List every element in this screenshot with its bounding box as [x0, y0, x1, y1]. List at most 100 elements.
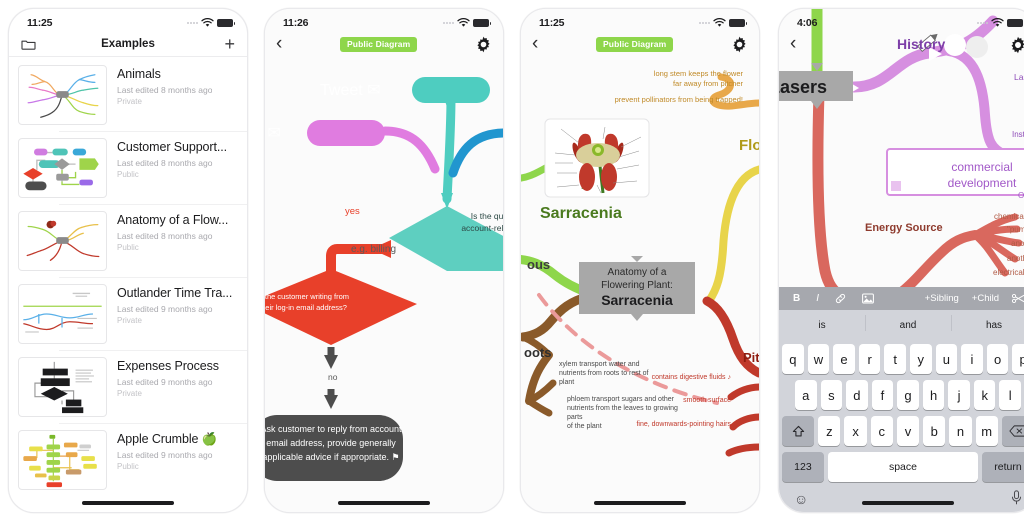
branch-label-roots[interactable]: oots [524, 345, 551, 360]
note-prevent-pollinators[interactable]: prevent pollinators from being trapped! [601, 95, 743, 104]
note-far-away[interactable]: far away from pitcher [633, 79, 743, 88]
list-item[interactable]: Outlander Time Tra... Last edited 9 mont… [9, 277, 247, 350]
suggestion-1[interactable]: and [865, 314, 951, 331]
note-digestive-fluids[interactable]: contains digestive fluids ♪ [623, 374, 731, 381]
key-y[interactable]: y [910, 344, 932, 374]
backspace-icon[interactable] [1001, 416, 1024, 446]
key-s[interactable]: s [820, 380, 843, 410]
node-label-query[interactable]: Is the query account-related? [455, 210, 503, 234]
space-key[interactable]: space [827, 452, 979, 482]
note-smooth-surface[interactable]: smooth surface [623, 397, 731, 404]
node-label-pump[interactable]: "pum [1007, 225, 1024, 234]
key-i[interactable]: i [961, 344, 983, 374]
key-e[interactable]: e [833, 344, 855, 374]
node-label-energy-source[interactable]: Energy Source [865, 222, 943, 234]
key-w[interactable]: w [807, 344, 830, 374]
key-p[interactable]: p [1012, 344, 1024, 374]
note-phloem-3[interactable]: parts [567, 414, 583, 421]
link-icon[interactable] [835, 293, 846, 304]
add-sibling-button[interactable]: +Sibling [925, 293, 959, 304]
status-badge[interactable]: Public Diagram [340, 36, 418, 52]
key-m[interactable]: m [975, 416, 998, 446]
status-badge[interactable]: Public Diagram [596, 36, 674, 52]
back-button[interactable]: ‹ [276, 34, 282, 53]
key-a[interactable]: a [794, 380, 817, 410]
note-xylem-1[interactable]: xylem transport water and [559, 361, 640, 368]
key-c[interactable]: c [870, 416, 893, 446]
diagram-list[interactable]: Animals Last edited 8 months ago Private [9, 58, 247, 512]
node-label-ope[interactable]: Ope [1018, 191, 1024, 200]
key-b[interactable]: b [923, 416, 946, 446]
add-diagram-button[interactable]: + [224, 35, 235, 53]
microphone-icon[interactable] [1011, 490, 1022, 508]
list-item[interactable]: Animals Last edited 8 months ago Private [9, 58, 247, 131]
note-downward-hairs[interactable]: fine, downwards-pointing hairs [589, 421, 731, 428]
node-label-laser[interactable]: Lase [1014, 72, 1024, 82]
note-long-stem[interactable]: long stem keeps the flower [633, 69, 743, 78]
numeric-key[interactable]: 123 [782, 452, 824, 482]
key-h[interactable]: h [922, 380, 945, 410]
note-xylem-3[interactable]: plant [559, 379, 574, 386]
gear-icon[interactable] [475, 36, 492, 53]
scissors-icon[interactable] [1012, 293, 1024, 304]
key-z[interactable]: z [818, 416, 841, 446]
suggestion-0[interactable]: is [779, 320, 865, 331]
center-node-line1[interactable]: Anatomy of a [579, 266, 695, 279]
key-f[interactable]: f [871, 380, 894, 410]
node-label-email[interactable]: Email ✉ [265, 123, 281, 143]
node-label-login-email[interactable]: Is the customer writing from their log-i… [265, 291, 357, 313]
list-item[interactable]: Expenses Process Last edited 9 months ag… [9, 350, 247, 423]
node-label-ask-customer[interactable]: Ask customer to reply from account email… [265, 422, 405, 464]
key-r[interactable]: r [858, 344, 881, 374]
list-item[interactable]: Apple Crumble 🍏 Last edited 9 months ago… [9, 423, 247, 496]
keyboard-suggestion-bar[interactable]: is and has [779, 310, 1024, 340]
suggestion-2[interactable]: has [951, 314, 1024, 331]
branch-label-pitcher[interactable]: Pitch [743, 350, 759, 365]
key-u[interactable]: u [935, 344, 958, 374]
note-phloem-2[interactable]: nutrients from the leaves to growing [567, 405, 678, 412]
key-g[interactable]: g [897, 380, 919, 410]
key-l[interactable]: l [999, 380, 1022, 410]
node-label-anothe[interactable]: anothe [1007, 254, 1024, 263]
list-item[interactable]: Customer Support... Last edited 8 months… [9, 131, 247, 204]
folder-icon[interactable] [21, 38, 36, 50]
list-item-title: Apple Crumble 🍏 [117, 432, 218, 446]
back-button[interactable]: ‹ [790, 34, 796, 53]
emoji-icon[interactable]: ☺ [794, 491, 808, 507]
keyboard-format-toolbar[interactable]: B I +Sibling +Child [779, 287, 1024, 310]
add-child-button[interactable]: +Child [972, 293, 999, 304]
status-time: 11:25 [539, 17, 565, 29]
node-label-instr[interactable]: Instr [1012, 130, 1024, 139]
node-label-chemical[interactable]: chemical [994, 212, 1024, 221]
image-icon[interactable] [862, 293, 874, 304]
key-q[interactable]: q [782, 344, 804, 374]
list-item-title: Expenses Process [117, 359, 219, 373]
node-label-tweet[interactable]: Tweet ✉ [320, 80, 381, 100]
on-screen-keyboard[interactable]: B I +Sibling +Child is and has q w e r t… [779, 287, 1024, 512]
key-o[interactable]: o [986, 344, 1009, 374]
node-label-anot[interactable]: anot [1011, 239, 1024, 248]
branch-label-ous[interactable]: ous [527, 257, 550, 272]
list-item[interactable]: Anatomy of a Flow... Last edited 8 month… [9, 204, 247, 277]
branch-label-sarracenia[interactable]: Sarracenia [540, 205, 622, 223]
italic-button[interactable]: I [816, 293, 819, 304]
bold-button[interactable]: B [793, 293, 800, 304]
key-n[interactable]: n [949, 416, 972, 446]
key-d[interactable]: d [846, 380, 868, 410]
key-k[interactable]: k [973, 380, 996, 410]
shift-icon[interactable] [782, 416, 815, 446]
gear-icon[interactable] [1009, 36, 1024, 53]
node-label-lasers[interactable]: Lasers [779, 77, 827, 98]
wifi-icon [201, 18, 214, 27]
key-t[interactable]: t [884, 344, 906, 374]
center-node-line3[interactable]: Sarracenia [579, 291, 695, 309]
back-button[interactable]: ‹ [532, 34, 538, 53]
key-j[interactable]: j [948, 380, 970, 410]
key-v[interactable]: v [896, 416, 920, 446]
gear-icon[interactable] [731, 36, 748, 53]
return-key[interactable]: return [982, 452, 1024, 482]
key-x[interactable]: x [844, 416, 867, 446]
node-label-electrical[interactable]: electrical [993, 268, 1024, 277]
node-label-commercial-development[interactable]: commercial development [929, 159, 1024, 191]
branch-label-flower[interactable]: Flow [739, 137, 759, 154]
